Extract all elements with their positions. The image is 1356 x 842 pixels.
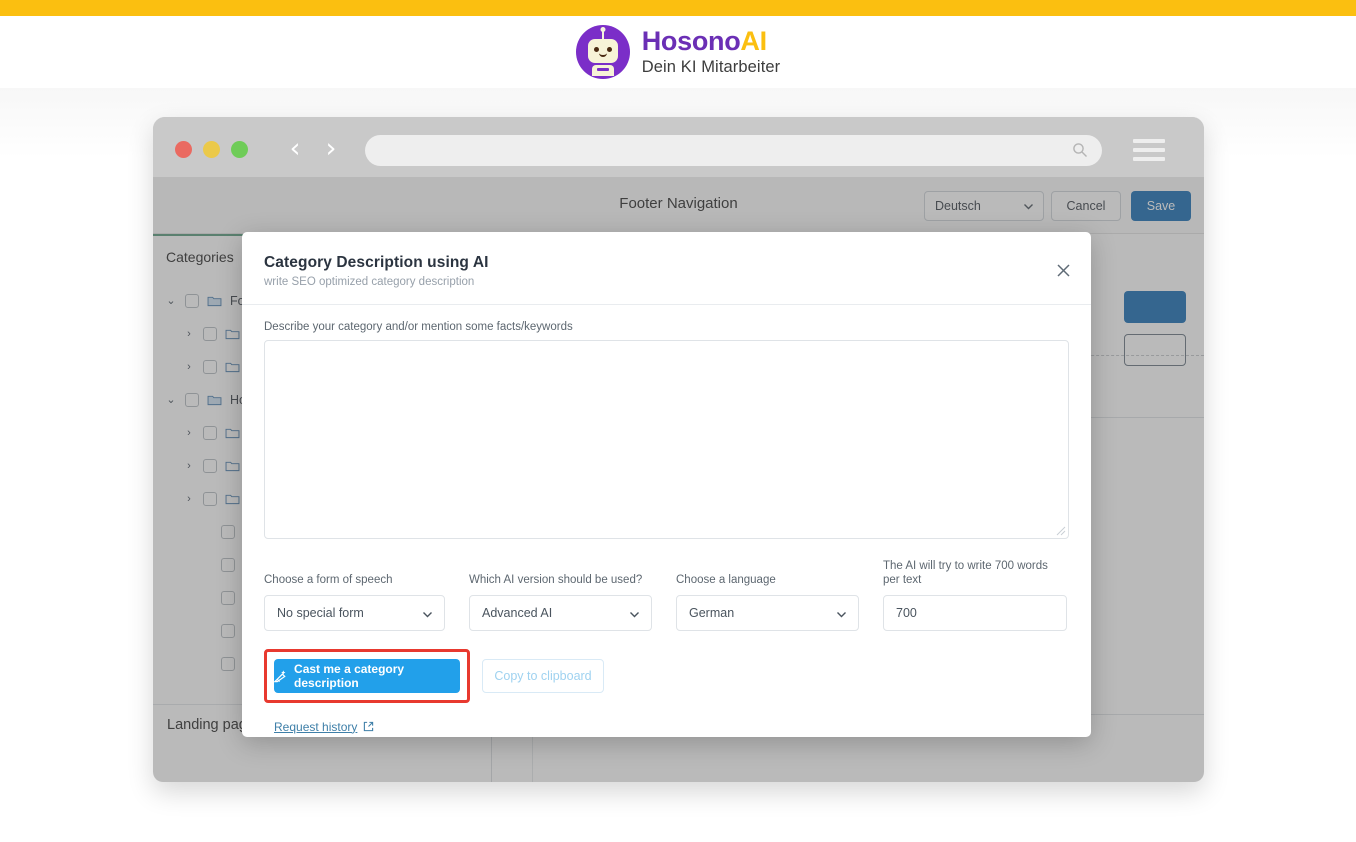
tree-checkbox[interactable] xyxy=(203,326,217,341)
external-link-icon xyxy=(364,722,374,732)
chevron-right-icon[interactable]: › xyxy=(183,361,195,373)
form-of-speech-control: Choose a form of speech No special form xyxy=(264,573,445,631)
content-secondary-button[interactable] xyxy=(1124,334,1186,366)
tree-checkbox[interactable] xyxy=(203,491,217,506)
robot-mascot-icon xyxy=(575,25,630,79)
logo-wordmark: HosonoAI xyxy=(642,28,781,55)
logo-name-accent: AI xyxy=(740,26,767,57)
chevron-down-icon[interactable]: ⌄ xyxy=(165,393,177,406)
word-count-input[interactable]: 700 xyxy=(883,594,1067,631)
generate-description-label: Cast me a category description xyxy=(294,661,405,690)
folder-icon xyxy=(225,493,240,505)
content-primary-button[interactable] xyxy=(1124,291,1186,323)
request-history-label: Request history xyxy=(274,719,358,734)
chevron-right-icon[interactable]: › xyxy=(183,427,195,439)
tree-checkbox[interactable] xyxy=(185,392,199,407)
primary-button-highlight: Cast me a category description xyxy=(264,648,470,703)
chevron-down-icon xyxy=(1024,204,1033,210)
close-icon[interactable] xyxy=(1053,260,1073,280)
top-accent-bar xyxy=(0,0,1356,16)
modal-title: Category Description using AI xyxy=(264,254,489,271)
chevron-down-icon xyxy=(423,611,432,618)
forward-arrow-icon[interactable]: › xyxy=(319,135,343,163)
modal-header: Category Description using AI write SEO … xyxy=(242,232,1091,305)
description-textarea[interactable] xyxy=(264,340,1069,539)
tree-checkbox[interactable] xyxy=(221,524,235,539)
site-logo[interactable]: HosonoAI Dein KI Mitarbeiter xyxy=(575,25,781,79)
chevron-down-icon xyxy=(837,611,846,618)
traffic-light-minimize-icon[interactable] xyxy=(203,141,220,158)
form-of-speech-select[interactable]: No special form xyxy=(264,594,445,631)
folder-icon xyxy=(225,361,240,373)
ai-version-control: Which AI version should be used? Advance… xyxy=(469,573,652,631)
hamburger-icon[interactable] xyxy=(1133,139,1165,166)
tree-checkbox[interactable] xyxy=(221,623,235,638)
folder-icon xyxy=(225,328,240,340)
ai-version-select[interactable]: Advanced AI xyxy=(469,594,652,631)
chevron-down-icon xyxy=(630,611,639,618)
folder-icon xyxy=(225,460,240,472)
tree-checkbox[interactable] xyxy=(203,458,217,473)
cancel-button[interactable]: Cancel xyxy=(1051,191,1121,221)
language-label: Choose a language xyxy=(676,574,776,587)
word-count-value: 700 xyxy=(896,605,917,620)
back-arrow-icon[interactable]: ‹ xyxy=(283,135,307,163)
language-select-value: Deutsch xyxy=(935,199,981,213)
modal-subtitle: write SEO optimized category description xyxy=(264,276,475,288)
language-select[interactable]: German xyxy=(676,594,859,631)
modal-body: Describe your category and/or mention so… xyxy=(242,305,1091,736)
generation-controls: Choose a form of speech No special form … xyxy=(264,559,1069,631)
url-bar[interactable] xyxy=(365,135,1102,166)
folder-open-icon xyxy=(207,295,222,307)
form-of-speech-label: Choose a form of speech xyxy=(264,574,393,587)
page-title: Footer Navigation xyxy=(619,195,738,212)
chevron-right-icon[interactable]: › xyxy=(183,460,195,472)
language-control: Choose a language German xyxy=(676,573,859,631)
ai-version-label: Which AI version should be used? xyxy=(469,574,643,587)
tree-checkbox[interactable] xyxy=(221,656,235,671)
request-history-link[interactable]: Request history xyxy=(274,720,374,734)
ai-version-value: Advanced AI xyxy=(482,605,553,620)
modal-actions: Cast me a category description Copy to c… xyxy=(264,648,1069,703)
word-count-control: The AI will try to write 700 words per t… xyxy=(883,559,1067,631)
traffic-light-maximize-icon[interactable] xyxy=(231,141,248,158)
tree-checkbox[interactable] xyxy=(203,359,217,374)
word-count-label: The AI will try to write 700 words per t… xyxy=(883,560,1048,587)
tree-checkbox[interactable] xyxy=(203,425,217,440)
folder-icon xyxy=(225,427,240,439)
form-of-speech-value: No special form xyxy=(277,605,364,620)
magic-wand-icon xyxy=(274,670,286,682)
logo-name-primary: Hosono xyxy=(641,26,741,57)
generate-description-button[interactable]: Cast me a category description xyxy=(274,658,460,693)
save-button[interactable]: Save xyxy=(1131,191,1191,221)
language-select[interactable]: Deutsch xyxy=(924,191,1044,221)
resize-handle-icon[interactable] xyxy=(1054,524,1066,536)
ai-category-description-modal: Category Description using AI write SEO … xyxy=(242,232,1091,737)
chevron-right-icon[interactable]: › xyxy=(183,328,195,340)
language-value: German xyxy=(689,605,735,620)
tree-checkbox[interactable] xyxy=(221,557,235,572)
folder-open-icon xyxy=(207,394,222,406)
search-icon xyxy=(1073,143,1087,157)
tree-checkbox[interactable] xyxy=(221,590,235,605)
copy-to-clipboard-button[interactable]: Copy to clipboard xyxy=(482,658,604,693)
chevron-right-icon[interactable]: › xyxy=(183,493,195,505)
chevron-down-icon[interactable]: ⌄ xyxy=(165,294,177,307)
site-header: HosonoAI Dein KI Mitarbeiter xyxy=(0,16,1356,88)
app-toolbar: Footer Navigation Deutsch Cancel Save xyxy=(153,177,1204,234)
traffic-light-close-icon[interactable] xyxy=(175,141,192,158)
tree-checkbox[interactable] xyxy=(185,293,199,308)
browser-chrome: ‹ › xyxy=(153,117,1204,182)
description-field-label: Describe your category and/or mention so… xyxy=(264,321,573,333)
logo-tagline: Dein KI Mitarbeiter xyxy=(641,58,781,77)
